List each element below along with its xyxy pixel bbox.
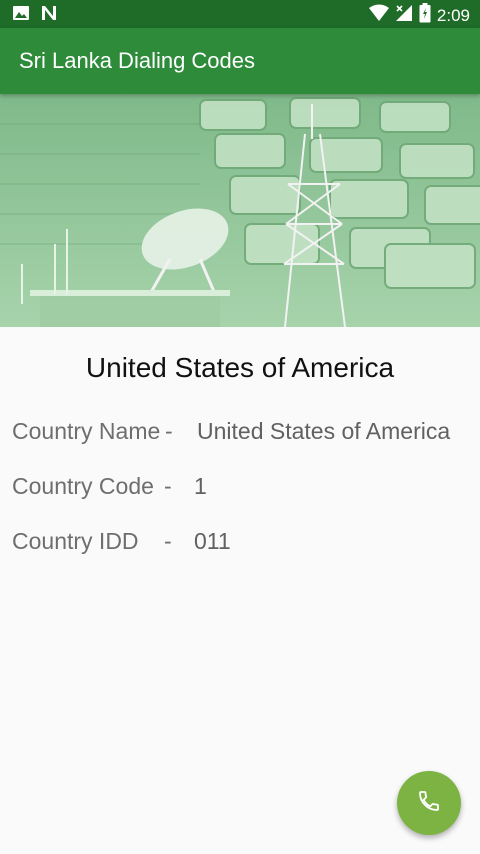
country-idd-label: Country IDD [12, 528, 139, 554]
app-title: Sri Lanka Dialing Codes [19, 48, 256, 73]
status-bar: 2:09 [0, 0, 480, 28]
country-code-label: Country Code [12, 473, 154, 499]
battery-icon [419, 3, 431, 28]
country-idd-separator: - [164, 528, 172, 554]
call-fab-button[interactable] [397, 771, 461, 835]
country-title: United States of America [85, 352, 395, 383]
country-idd-value: 011 [194, 528, 231, 554]
signal-icon [395, 4, 413, 27]
country-name-separator: - [165, 418, 173, 444]
status-bar-right: 2:09 [368, 3, 470, 28]
country-name-value: United States of America [197, 418, 451, 444]
status-bar-left [12, 5, 58, 26]
app-bar: Sri Lanka Dialing Codes [0, 28, 480, 94]
country-code-separator: - [164, 473, 172, 499]
country-name-label: Country Name [12, 418, 161, 444]
country-code-value: 1 [194, 473, 207, 499]
n-notification-icon [40, 5, 58, 26]
header-banner-image [0, 94, 480, 327]
wifi-icon [368, 4, 389, 27]
phone-icon [417, 789, 441, 818]
status-time: 2:09 [436, 5, 470, 25]
telecom-tower-keypad-illustration [0, 94, 480, 327]
screen: 2:09 Sri Lanka Dialing Codes United Stat… [0, 0, 480, 854]
image-icon [12, 5, 30, 26]
